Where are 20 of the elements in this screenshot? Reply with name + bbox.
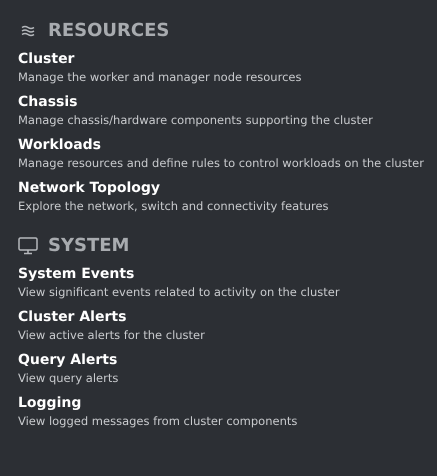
monitor-icon — [18, 237, 38, 255]
item-description: Manage chassis/hardware components supporting the cluster — [18, 112, 374, 129]
item-description: View significant events related to activity on the cluster — [18, 284, 341, 301]
nav-link[interactable]: Workloads — [18, 136, 101, 155]
section-heading: RESOURCES — [48, 20, 170, 42]
nav-link[interactable]: Query Alerts — [18, 351, 118, 370]
item-description: View query alerts — [18, 370, 120, 387]
item-description: Manage resources and define rules to control workloads on the cluster — [18, 155, 425, 172]
item-description: Manage the worker and manager node resources — [18, 69, 302, 86]
nav-link[interactable]: Chassis — [18, 93, 78, 112]
waves-icon — [21, 25, 35, 37]
nav-link[interactable]: Network Topology — [18, 179, 160, 198]
nav-link[interactable]: Cluster Alerts — [18, 308, 126, 327]
item-description: Explore the network, switch and connectivity features — [18, 198, 330, 215]
nav-link[interactable]: Logging — [18, 394, 82, 413]
item-description: View logged messages from cluster components — [18, 413, 298, 430]
nav-link[interactable]: System Events — [18, 265, 134, 284]
nav-link[interactable]: Cluster — [18, 50, 74, 69]
item-description: View active alerts for the cluster — [18, 327, 206, 344]
section-heading: SYSTEM — [48, 235, 130, 257]
